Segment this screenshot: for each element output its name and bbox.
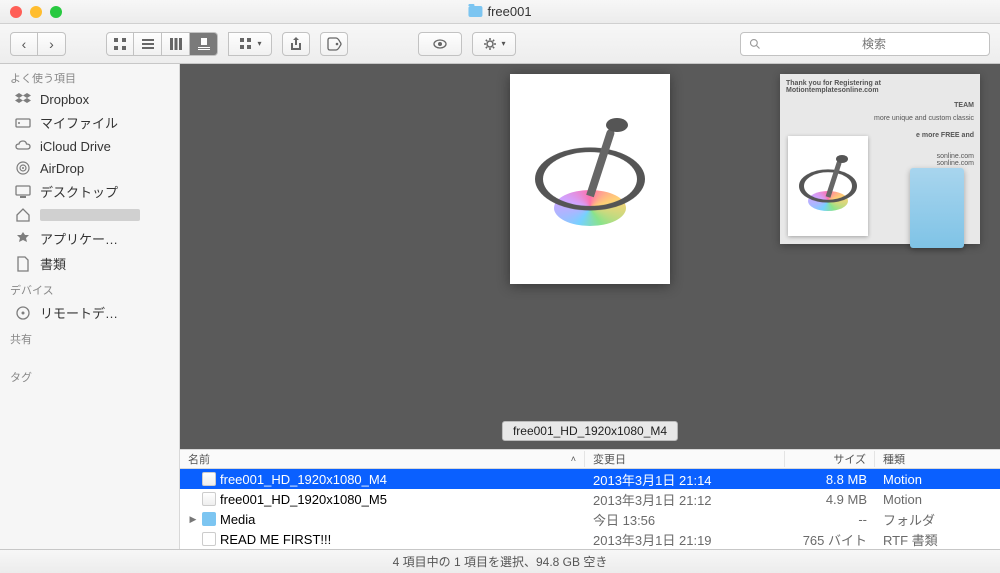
sidebar-item-desktop[interactable]: デスクトップ [0, 179, 179, 204]
rtf-file-icon [202, 532, 216, 546]
preview-main-item[interactable] [510, 74, 670, 284]
motion-file-icon [202, 472, 216, 486]
sidebar-item-airdrop[interactable]: AirDrop [0, 157, 179, 179]
sidebar-item-documents[interactable]: 書類 [0, 251, 179, 276]
sidebar-item-myfiles[interactable]: マイファイル [0, 110, 179, 135]
status-bar: 4 項目中の 1 項目を選択、94.8 GB 空き [0, 549, 1000, 573]
sort-ascending-icon: ˄ [571, 454, 576, 464]
column-date[interactable]: 変更日 [585, 451, 785, 467]
arrange-group: ▾ [228, 32, 272, 56]
sidebar-section-shared: 共有 [0, 325, 179, 349]
airdrop-icon [14, 160, 32, 176]
coverflow-icon [196, 36, 212, 52]
columns-icon [168, 36, 184, 52]
file-row[interactable]: READ ME FIRST!!! 2013年3月1日 21:19 765 バイト… [180, 529, 1000, 549]
column-name[interactable]: 名前˄ [180, 451, 585, 467]
title-text: free001 [487, 4, 531, 19]
column-view-button[interactable] [162, 32, 190, 56]
file-list: free001_HD_1920x1080_M4 2013年3月1日 21:14 … [180, 469, 1000, 549]
share-icon [288, 36, 304, 52]
column-size[interactable]: サイズ [785, 451, 875, 467]
grid-icon [112, 36, 128, 52]
coverflow-preview[interactable]: Thank you for Registering at Motiontempl… [180, 64, 1000, 449]
search-box[interactable] [740, 32, 990, 56]
chevron-down-icon: ▾ [257, 39, 261, 48]
sidebar-item-home[interactable] [0, 204, 179, 226]
search-input[interactable] [767, 37, 981, 51]
forward-button[interactable]: › [38, 32, 66, 56]
window-controls [10, 6, 62, 18]
back-button[interactable]: ‹ [10, 32, 38, 56]
dropbox-icon [14, 91, 32, 107]
cloud-icon [14, 138, 32, 154]
motion-file-icon [202, 492, 216, 506]
view-mode-buttons [106, 32, 218, 56]
preview-label: free001_HD_1920x1080_M4 [502, 421, 678, 441]
arrange-icon [238, 36, 254, 52]
tags-button[interactable] [320, 32, 348, 56]
sidebar-item-dropbox[interactable]: Dropbox [0, 88, 179, 110]
file-row[interactable]: free001_HD_1920x1080_M5 2013年3月1日 21:12 … [180, 489, 1000, 509]
column-kind[interactable]: 種類 [875, 451, 1000, 467]
sidebar-section-favorites: よく使う項目 [0, 64, 179, 88]
document-icon [14, 256, 32, 272]
file-row[interactable]: free001_HD_1920x1080_M4 2013年3月1日 21:14 … [180, 469, 1000, 489]
close-button[interactable] [10, 6, 22, 18]
gear-icon [482, 36, 498, 52]
sidebar-item-icloud[interactable]: iCloud Drive [0, 135, 179, 157]
zoom-button[interactable] [50, 6, 62, 18]
window-title: free001 [468, 4, 531, 19]
sidebar-section-devices: デバイス [0, 276, 179, 300]
motion-icon [525, 114, 655, 244]
home-icon [14, 207, 32, 223]
disc-icon [14, 305, 32, 321]
arrange-button[interactable]: ▾ [228, 32, 272, 56]
chevron-right-icon: › [49, 36, 54, 52]
content-area: Thank you for Registering at Motiontempl… [180, 64, 1000, 549]
redacted-label [40, 209, 140, 221]
minimize-button[interactable] [30, 6, 42, 18]
share-button[interactable] [282, 32, 310, 56]
quicklook-button[interactable] [418, 32, 462, 56]
chevron-down-icon: ▾ [501, 39, 505, 48]
apps-icon [14, 231, 32, 247]
search-icon [749, 38, 761, 50]
preview-side-thumb [788, 136, 868, 236]
coverflow-view-button[interactable] [190, 32, 218, 56]
status-text: 4 項目中の 1 項目を選択、94.8 GB 空き [393, 553, 608, 570]
icon-view-button[interactable] [106, 32, 134, 56]
file-row[interactable]: ▶Media 今日 13:56 -- フォルダ [180, 509, 1000, 529]
sidebar-item-remotedisc[interactable]: リモートデ… [0, 300, 179, 325]
list-header: 名前˄ 変更日 サイズ 種類 [180, 449, 1000, 469]
toolbar: ‹ › ▾ ▾ [0, 24, 1000, 64]
main-area: よく使う項目 Dropbox マイファイル iCloud Drive AirDr… [0, 64, 1000, 549]
chevron-left-icon: ‹ [22, 36, 27, 52]
folder-icon [468, 6, 482, 17]
eye-icon [432, 36, 448, 52]
sidebar-section-tags: タグ [0, 363, 179, 387]
titlebar: free001 [0, 0, 1000, 24]
disclosure-triangle-icon[interactable]: ▶ [188, 514, 198, 525]
action-button[interactable]: ▾ [472, 32, 516, 56]
tag-icon [326, 36, 342, 52]
sidebar: よく使う項目 Dropbox マイファイル iCloud Drive AirDr… [0, 64, 180, 549]
folder-icon [202, 512, 216, 526]
list-icon [140, 36, 156, 52]
nav-buttons: ‹ › [10, 32, 66, 56]
desktop-icon [14, 184, 32, 200]
drive-icon [14, 115, 32, 131]
sidebar-item-applications[interactable]: アプリケー… [0, 226, 179, 251]
preview-side-folder [910, 168, 964, 248]
list-view-button[interactable] [134, 32, 162, 56]
motion-icon [793, 151, 863, 221]
preview-side-item[interactable]: Thank you for Registering at Motiontempl… [780, 74, 980, 244]
